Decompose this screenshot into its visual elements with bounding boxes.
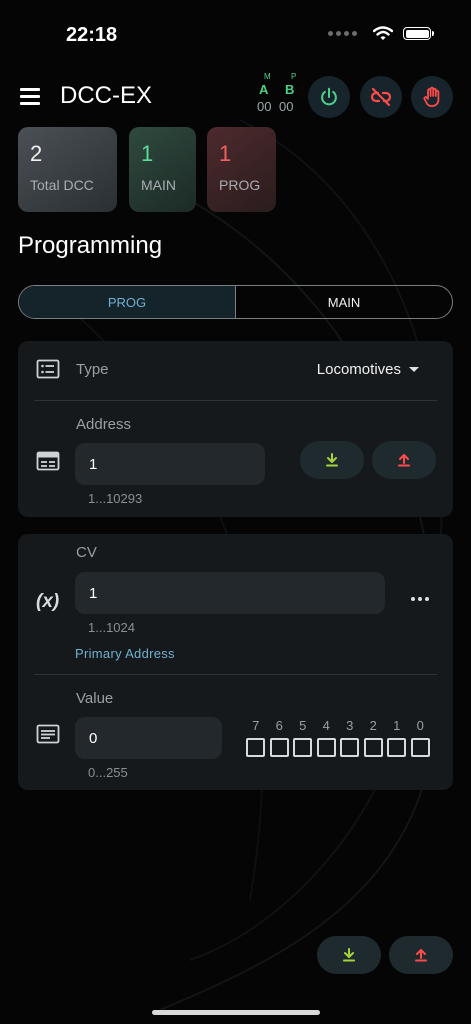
write-address-button[interactable] xyxy=(372,441,436,479)
bit-label: 5 xyxy=(299,718,307,733)
cv-range-hint: 1...1024 xyxy=(88,620,135,635)
address-card-icon xyxy=(36,451,60,471)
value-input[interactable]: 0 xyxy=(75,717,222,759)
cv-variable-icon: (x) xyxy=(36,591,60,612)
track-selector: PROG MAIN xyxy=(18,285,453,319)
cv-card: (x) CV 1 1...1024 Primary Address Value … xyxy=(18,534,453,790)
cv-name-link[interactable]: Primary Address xyxy=(75,646,175,661)
download-icon xyxy=(326,453,338,467)
stat-card-prog[interactable]: 1 PROG xyxy=(207,127,276,212)
power-icon xyxy=(321,87,337,106)
track-a-letter: A xyxy=(259,82,269,97)
upload-icon xyxy=(398,454,410,467)
menu-icon[interactable] xyxy=(20,88,40,105)
value-text-icon xyxy=(36,724,60,744)
chevron-down-icon xyxy=(409,367,419,372)
bit-label: 0 xyxy=(416,718,424,733)
bit-checkbox-4[interactable] xyxy=(316,738,336,757)
bit-checkboxes xyxy=(244,738,432,757)
stat-card-total-dcc[interactable]: 2 Total DCC xyxy=(18,127,117,212)
type-dropdown[interactable]: Locomotives xyxy=(317,361,419,378)
value-range-hint: 0...255 xyxy=(88,765,128,780)
tab-prog[interactable]: PROG xyxy=(19,286,236,318)
download-icon xyxy=(343,948,355,962)
link-off-icon xyxy=(370,87,392,107)
wifi-icon xyxy=(373,26,393,40)
bit-checkbox-0[interactable] xyxy=(410,738,430,757)
divider xyxy=(34,400,437,401)
bit-label: 6 xyxy=(275,718,283,733)
status-bar: 22:18 xyxy=(0,0,471,66)
address-input[interactable]: 1 xyxy=(75,443,265,485)
track-a-count: 00 xyxy=(257,99,272,114)
address-label: Address xyxy=(76,416,132,433)
loco-card: Type Locomotives Address 1 1...10293 xyxy=(18,341,453,517)
bit-checkbox-2[interactable] xyxy=(363,738,383,757)
type-value: Locomotives xyxy=(316,361,401,378)
disconnect-button[interactable] xyxy=(360,76,402,118)
bit-checkbox-1[interactable] xyxy=(387,738,407,757)
tab-main[interactable]: MAIN xyxy=(236,286,452,318)
hand-stop-icon xyxy=(423,86,440,107)
bit-label: 2 xyxy=(369,718,377,733)
read-cv-button[interactable] xyxy=(317,936,381,974)
bit-checkbox-3[interactable] xyxy=(340,738,360,757)
emergency-stop-button[interactable] xyxy=(411,76,453,118)
track-b-letter: B xyxy=(285,82,295,97)
bit-checkbox-6[interactable] xyxy=(269,738,289,757)
more-options-icon[interactable] xyxy=(411,597,429,601)
stat-value: 1 xyxy=(141,141,154,166)
stat-label: PROG xyxy=(219,177,261,193)
power-button[interactable] xyxy=(308,76,350,118)
track-status: M A 00 P B 00 xyxy=(252,72,302,116)
stat-label: Total DCC xyxy=(30,177,94,193)
cv-input[interactable]: 1 xyxy=(75,572,385,614)
bit-label: 3 xyxy=(346,718,354,733)
bit-checkbox-5[interactable] xyxy=(293,738,313,757)
bit-checkbox-7[interactable] xyxy=(246,738,266,757)
status-time: 22:18 xyxy=(66,24,118,46)
cv-label: CV xyxy=(76,544,97,561)
cellular-signal-icon xyxy=(328,31,357,36)
address-range-hint: 1...10293 xyxy=(88,491,143,506)
app-header: DCC-EX M A 00 P B 00 xyxy=(0,66,471,128)
stat-value: 2 xyxy=(30,141,43,166)
value-label: Value xyxy=(76,690,114,707)
divider xyxy=(34,674,437,675)
bit-label: 7 xyxy=(252,718,260,733)
stat-label: MAIN xyxy=(141,177,176,193)
read-address-button[interactable] xyxy=(300,441,364,479)
section-title: Programming xyxy=(18,232,163,259)
home-indicator[interactable] xyxy=(152,1010,320,1015)
track-b-count: 00 xyxy=(279,99,294,114)
upload-icon xyxy=(415,949,427,962)
write-cv-button[interactable] xyxy=(389,936,453,974)
battery-icon xyxy=(403,27,434,40)
stat-card-main[interactable]: 1 MAIN xyxy=(129,127,196,212)
app-title: DCC-EX xyxy=(60,82,153,109)
track-b-superscript: P xyxy=(291,72,297,81)
stat-value: 1 xyxy=(219,141,232,166)
type-label: Type xyxy=(76,361,109,378)
status-icons xyxy=(328,26,434,41)
track-a-superscript: M xyxy=(264,72,271,81)
bit-label: 4 xyxy=(322,718,330,733)
bit-labels: 7 6 5 4 3 2 1 0 xyxy=(244,718,432,733)
list-type-icon xyxy=(36,359,60,379)
bit-label: 1 xyxy=(393,718,401,733)
